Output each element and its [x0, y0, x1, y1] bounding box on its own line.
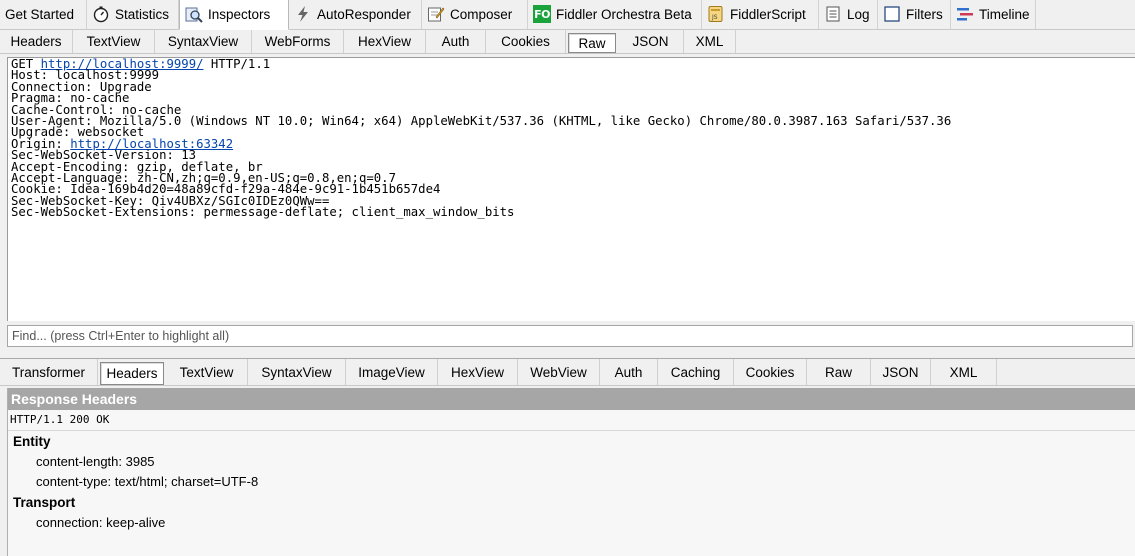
tab-fiddler-orchestra[interactable]: FO Fiddler Orchestra Beta — [528, 0, 702, 29]
tab-label: Auth — [614, 364, 643, 380]
response-headers-panel: Response Headers HTTP/1.1 200 OK Entity … — [7, 388, 1135, 556]
tab-label: SyntaxView — [167, 34, 239, 49]
tab-label: TextView — [179, 364, 234, 380]
fo-badge-icon: FO — [533, 5, 551, 23]
req-tab-hexview[interactable]: HexView — [344, 30, 426, 53]
resp-tab-auth[interactable]: Auth — [600, 359, 658, 385]
tab-label: Transformer — [11, 364, 85, 380]
req-tab-xml[interactable]: XML — [684, 30, 736, 53]
request-header-line: Sec-WebSocket-Extensions: permessage-def… — [11, 205, 515, 220]
tab-log[interactable]: Log — [819, 0, 878, 29]
tab-label: WebView — [530, 364, 587, 380]
log-icon — [824, 5, 842, 23]
tab-inspectors[interactable]: Inspectors — [179, 0, 289, 30]
tab-filters[interactable]: Filters — [878, 0, 951, 29]
find-bar — [7, 322, 1135, 350]
tab-label: Auth — [441, 34, 470, 49]
resp-tab-json[interactable]: JSON — [871, 359, 931, 385]
tab-get-started[interactable]: Get Started — [0, 0, 87, 29]
tab-autoresponder[interactable]: AutoResponder — [289, 0, 422, 29]
header-item[interactable]: content-length: 3985 — [8, 452, 1135, 472]
tab-label: Filters — [906, 6, 943, 22]
req-tab-auth[interactable]: Auth — [426, 30, 486, 53]
tab-timeline[interactable]: Timeline — [951, 0, 1036, 29]
resp-tab-syntaxview[interactable]: SyntaxView — [248, 359, 346, 385]
tab-label: ImageView — [358, 364, 425, 380]
tab-label: SyntaxView — [261, 364, 332, 380]
tab-label: Caching — [670, 364, 721, 380]
resp-tab-raw[interactable]: Raw — [807, 359, 871, 385]
request-line: GET http://localhost:9999/ HTTP/1.1 — [11, 57, 1135, 71]
resp-tab-transformer[interactable]: Transformer — [0, 359, 98, 385]
tab-label: HexView — [450, 364, 505, 380]
tab-label: WebForms — [264, 34, 331, 49]
svg-text:JS: JS — [711, 14, 718, 21]
header-item[interactable]: content-type: text/html; charset=UTF-8 — [8, 472, 1135, 492]
req-tab-headers[interactable]: Headers — [0, 30, 73, 53]
tab-label: JSON — [882, 364, 919, 380]
tab-label: Composer — [450, 6, 513, 22]
tab-label: Headers — [106, 366, 158, 381]
response-tab-strip: Transformer Headers TextView SyntaxView … — [0, 358, 1135, 386]
request-tab-strip: Headers TextView SyntaxView WebForms Hex… — [0, 30, 1135, 54]
request-header-line: Host: localhost:9999 — [11, 68, 160, 83]
tab-label: HexView — [357, 34, 412, 49]
req-tab-syntaxview[interactable]: SyntaxView — [155, 30, 252, 53]
tab-label: Inspectors — [208, 7, 271, 22]
tab-label: Statistics — [115, 6, 170, 22]
main-tab-strip: Get Started Statistics Inspectors AutoRe… — [0, 0, 1135, 30]
tab-label: XML — [695, 34, 724, 49]
request-protocol: HTTP/1.1 — [210, 57, 271, 71]
tab-label: Log — [847, 6, 870, 22]
tab-label: Cookies — [745, 364, 795, 380]
header-group-transport[interactable]: Transport — [8, 493, 1135, 513]
tab-composer[interactable]: Composer — [422, 0, 528, 29]
tab-label: Raw — [824, 364, 852, 380]
tab-label: Cookies — [501, 34, 550, 49]
tab-label: XML — [949, 364, 978, 380]
tab-label: FiddlerScript — [730, 6, 806, 22]
resp-tab-hexview[interactable]: HexView — [438, 359, 518, 385]
lightning-icon — [294, 5, 312, 23]
script-icon: JS — [707, 5, 725, 23]
find-input[interactable] — [7, 325, 1133, 347]
tab-statistics[interactable]: Statistics — [87, 0, 179, 29]
tab-fiddlerscript[interactable]: JS FiddlerScript — [702, 0, 819, 29]
request-header-line: Connection: Upgrade — [11, 79, 152, 94]
req-tab-raw[interactable]: Raw — [568, 33, 616, 53]
composer-icon — [427, 5, 445, 23]
resp-tab-cookies[interactable]: Cookies — [734, 359, 807, 385]
checkbox-icon — [883, 5, 901, 23]
tab-label: Get Started — [5, 6, 75, 22]
header-item[interactable]: connection: keep-alive — [8, 513, 1135, 533]
tab-label: AutoResponder — [317, 6, 411, 22]
resp-tab-webview[interactable]: WebView — [518, 359, 600, 385]
tab-label: Raw — [578, 35, 606, 51]
req-tab-webforms[interactable]: WebForms — [252, 30, 344, 53]
request-raw-text[interactable]: GET http://localhost:9999/ HTTP/1.1 Host… — [7, 57, 1135, 321]
tab-label: Headers — [10, 34, 62, 49]
tab-label: Fiddler Orchestra Beta — [556, 6, 692, 22]
response-headers-title: Response Headers — [8, 388, 1135, 410]
timeline-icon — [956, 5, 974, 23]
inspectors-icon — [185, 6, 203, 24]
tab-label: Timeline — [979, 6, 1030, 22]
tab-label: TextView — [86, 34, 141, 49]
resp-tab-imageview[interactable]: ImageView — [346, 359, 438, 385]
panel-splitter[interactable] — [0, 350, 1135, 358]
resp-tab-textview[interactable]: TextView — [166, 359, 248, 385]
req-tab-textview[interactable]: TextView — [73, 30, 155, 53]
resp-tab-headers[interactable]: Headers — [100, 362, 164, 385]
stopwatch-icon — [92, 5, 110, 23]
resp-tab-xml[interactable]: XML — [931, 359, 997, 385]
response-status-line: HTTP/1.1 200 OK — [8, 410, 1135, 431]
tab-label: JSON — [632, 34, 669, 49]
resp-tab-caching[interactable]: Caching — [658, 359, 734, 385]
header-group-entity[interactable]: Entity — [8, 432, 1135, 452]
req-tab-cookies[interactable]: Cookies — [486, 30, 566, 53]
req-tab-json[interactable]: JSON — [618, 30, 684, 53]
request-header-line: User-Agent: Mozilla/5.0 (Windows NT 10.0… — [11, 113, 952, 128]
